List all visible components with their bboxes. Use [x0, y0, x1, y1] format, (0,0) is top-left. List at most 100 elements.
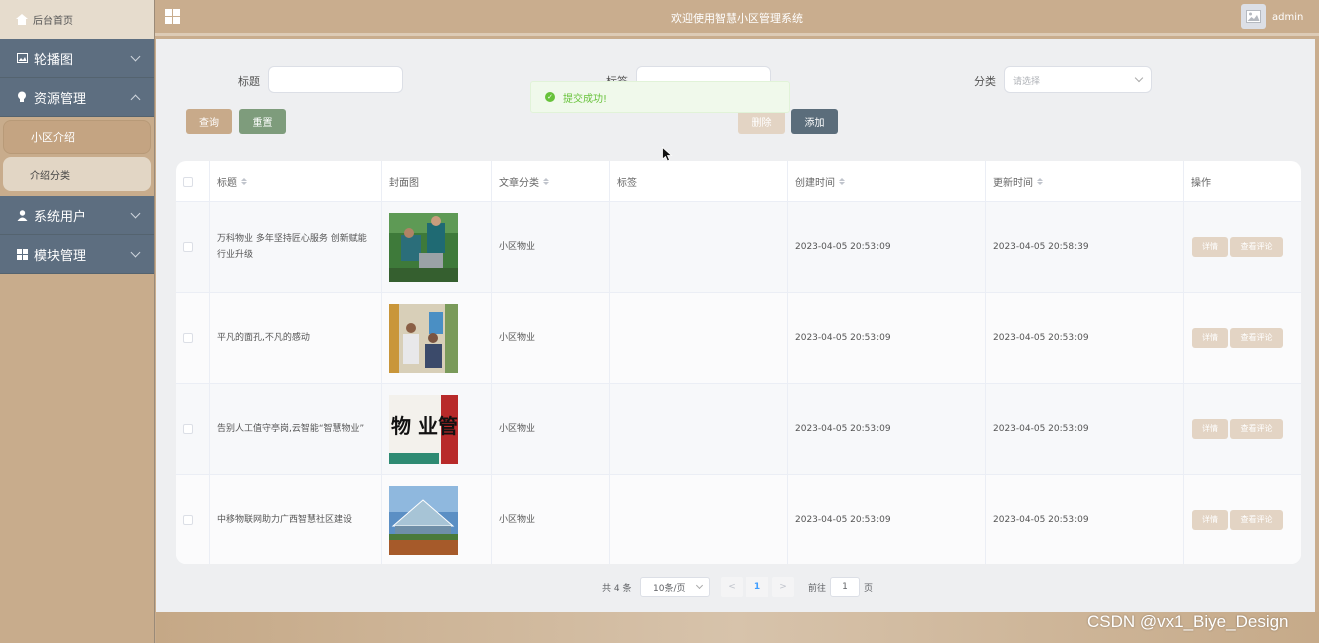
row-cover-cell: 物 业管: [382, 384, 492, 474]
main-content: 标题 标签 分类 请选择 查询 重置 删除 添加 ✓ 提交成功! 标题 封面图 …: [156, 39, 1315, 612]
detail-button[interactable]: 详情: [1192, 419, 1228, 439]
cover-image[interactable]: 物 业管: [389, 394, 458, 464]
sidebar: 后台首页 轮播图 资源管理 小区介绍 介绍分类 系统用户 模块管理: [0, 0, 155, 643]
select-all-cell: [176, 161, 210, 202]
toast-message: 提交成功!: [563, 93, 608, 105]
cover-image[interactable]: [389, 303, 458, 373]
prev-page-button[interactable]: <: [721, 577, 743, 597]
column-header-title[interactable]: 标题: [210, 161, 382, 202]
view-comments-button[interactable]: 查看评论: [1230, 237, 1283, 257]
row-updated-time: 2023-04-05 20:53:09: [986, 384, 1184, 474]
row-category: 小区物业: [492, 384, 610, 474]
image-placeholder-icon: [1246, 10, 1261, 23]
select-all-checkbox[interactable]: [183, 176, 193, 187]
category-filter-select[interactable]: 请选择: [1004, 66, 1152, 93]
row-checkbox[interactable]: [183, 515, 193, 525]
view-comments-button[interactable]: 查看评论: [1230, 328, 1283, 348]
sidebar-home[interactable]: 后台首页: [0, 0, 154, 39]
detail-button[interactable]: 详情: [1192, 510, 1228, 530]
cover-image[interactable]: [389, 485, 458, 555]
row-tag: [610, 202, 788, 292]
column-header-updated[interactable]: 更新时间: [986, 161, 1184, 202]
sort-icon[interactable]: [839, 178, 845, 185]
view-comments-button[interactable]: 查看评论: [1230, 510, 1283, 530]
row-cover-cell: [382, 475, 492, 564]
row-tag: [610, 384, 788, 474]
sidebar-item-resources[interactable]: 资源管理: [0, 78, 154, 117]
title-filter-label: 标题: [238, 75, 260, 88]
row-title: 平凡的面孔,不凡的感动: [210, 293, 382, 383]
column-header-created[interactable]: 创建时间: [788, 161, 986, 202]
row-category: 小区物业: [492, 293, 610, 383]
sidebar-item-label: 轮播图: [34, 52, 74, 68]
chevron-down-icon: [130, 247, 141, 258]
mouse-cursor-icon: [662, 147, 673, 162]
page-title: 欢迎使用智慧小区管理系统: [671, 12, 803, 25]
row-created-time: 2023-04-05 20:53:09: [788, 384, 986, 474]
page-number-current[interactable]: 1: [746, 577, 768, 597]
column-header-label: 文章分类: [499, 178, 539, 189]
sidebar-item-label: 模块管理: [34, 248, 87, 264]
sidebar-subitem-category[interactable]: 介绍分类: [3, 157, 151, 191]
success-toast: ✓ 提交成功!: [530, 81, 790, 113]
table-header: 标题 封面图 文章分类 标签 创建时间 更新时间 操作: [176, 161, 1301, 202]
view-comments-button[interactable]: 查看评论: [1230, 419, 1283, 439]
bulb-icon: [16, 91, 28, 103]
sidebar-item-carousel[interactable]: 轮播图: [0, 39, 154, 78]
table-row: 万科物业 多年坚持匠心服务 创新赋能行业升级 小区物业 2023-04-05 2…: [176, 202, 1301, 293]
chevron-down-icon: [130, 51, 141, 62]
page-unit-label: 页: [864, 583, 874, 594]
sort-icon[interactable]: [1037, 178, 1043, 185]
row-tag: [610, 293, 788, 383]
table-row: 平凡的面孔,不凡的感动 小区物业 2023-04-05 20:53:09 202…: [176, 293, 1301, 384]
row-created-time: 2023-04-05 20:53:09: [788, 475, 986, 564]
sidebar-subitem-intro[interactable]: 小区介绍: [3, 120, 151, 154]
sort-icon[interactable]: [543, 178, 549, 185]
page-size-select[interactable]: 10条/页: [640, 577, 710, 597]
column-header-label: 更新时间: [993, 178, 1033, 189]
column-header-label: 标签: [617, 178, 637, 189]
sidebar-home-label: 后台首页: [33, 16, 73, 27]
row-checkbox[interactable]: [183, 333, 193, 343]
row-title: 告别人工值守亭岗,云智能“智慧物业”: [210, 384, 382, 474]
title-filter-input[interactable]: [268, 66, 403, 93]
avatar[interactable]: [1241, 4, 1266, 29]
row-checkbox[interactable]: [183, 242, 193, 252]
column-header-category[interactable]: 文章分类: [492, 161, 610, 202]
row-actions: 详情 查看评论: [1184, 293, 1301, 383]
user-icon: [16, 209, 28, 221]
sidebar-item-modules[interactable]: 模块管理: [0, 235, 154, 274]
sort-icon[interactable]: [241, 178, 247, 185]
query-button[interactable]: 查询: [186, 109, 232, 134]
row-select-cell: [176, 475, 210, 564]
add-button[interactable]: 添加: [791, 109, 838, 134]
username[interactable]: admin: [1272, 12, 1303, 23]
chevron-down-icon: [1134, 73, 1144, 83]
row-title: 万科物业 多年坚持匠心服务 创新赋能行业升级: [210, 202, 382, 292]
sidebar-submenu: 小区介绍 介绍分类: [0, 117, 154, 196]
row-select-cell: [176, 202, 210, 292]
category-filter-label: 分类: [974, 75, 996, 88]
row-cover-cell: [382, 202, 492, 292]
next-page-button[interactable]: >: [772, 577, 794, 597]
detail-button[interactable]: 详情: [1192, 237, 1228, 257]
data-table: 标题 封面图 文章分类 标签 创建时间 更新时间 操作 万科物业 多年坚持匠心服…: [176, 161, 1301, 564]
category-placeholder: 请选择: [1013, 77, 1041, 87]
detail-button[interactable]: 详情: [1192, 328, 1228, 348]
column-header-label: 封面图: [389, 178, 419, 189]
sidebar-item-users[interactable]: 系统用户: [0, 196, 154, 235]
page-size-value: 10条/页: [653, 583, 686, 594]
table-row: 告别人工值守亭岗,云智能“智慧物业” 物 业管 小区物业 2023-04-05 …: [176, 384, 1301, 475]
row-category: 小区物业: [492, 202, 610, 292]
column-header-label: 标题: [217, 178, 237, 189]
row-actions: 详情 查看评论: [1184, 202, 1301, 292]
column-header-label: 操作: [1191, 178, 1211, 189]
chevron-down-icon: [695, 581, 704, 590]
row-updated-time: 2023-04-05 20:53:09: [986, 475, 1184, 564]
reset-button[interactable]: 重置: [239, 109, 286, 134]
cover-image[interactable]: [389, 212, 458, 282]
row-checkbox[interactable]: [183, 424, 193, 434]
goto-page-input[interactable]: 1: [830, 577, 860, 597]
cover-text: 物 业管: [391, 414, 458, 438]
chevron-down-icon: [130, 208, 141, 219]
